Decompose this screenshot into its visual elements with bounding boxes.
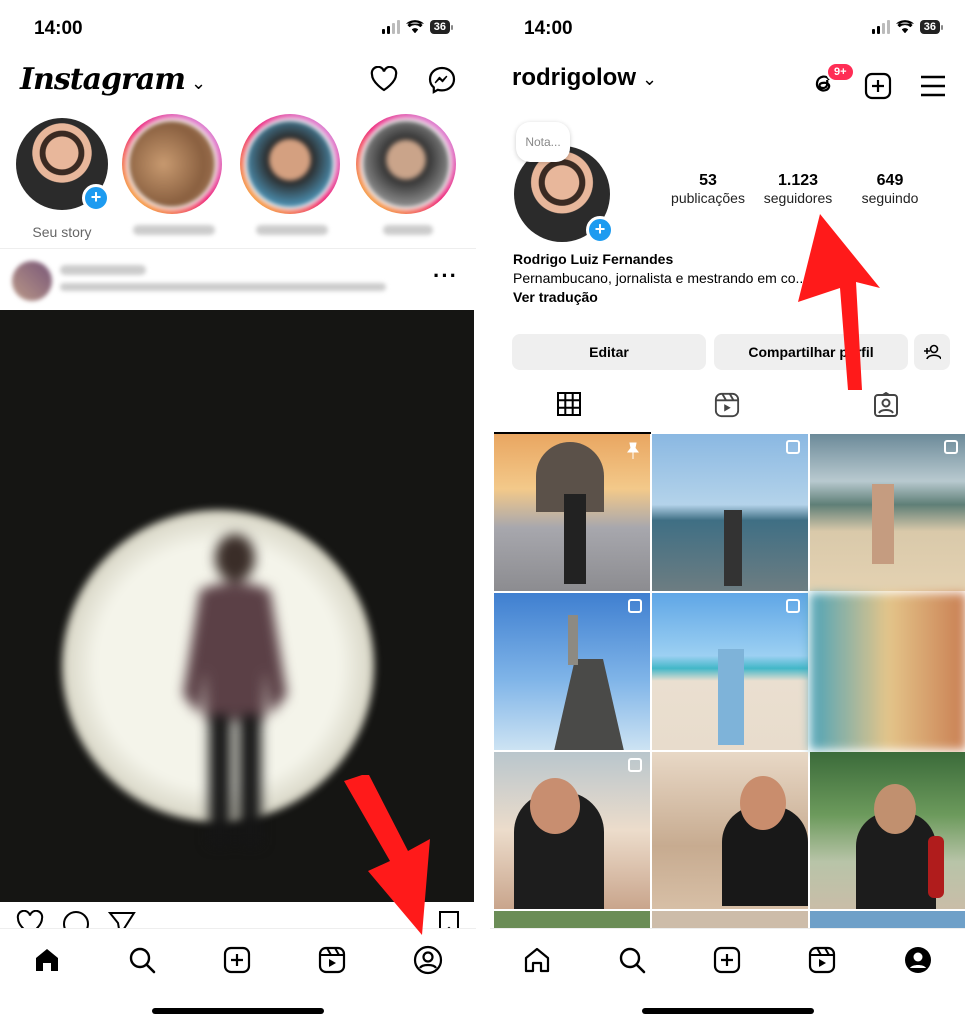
status-bar: 14:00 36 (0, 14, 476, 44)
add-story-icon[interactable]: + (586, 216, 614, 244)
grid-icon[interactable] (556, 392, 581, 416)
battery-indicator: 36 (429, 20, 454, 34)
status-time: 14:00 (524, 18, 573, 39)
story-item[interactable] (240, 114, 344, 238)
profile-screen: 14:00 36 rodrigolow ⌄ 9+ + Nota... 53 publ… (490, 0, 965, 1024)
red-arrow-icon (798, 214, 880, 390)
multi-photo-icon (628, 758, 642, 772)
heart-icon[interactable] (370, 66, 398, 92)
save-icon[interactable] (438, 910, 460, 928)
home-icon[interactable] (523, 946, 551, 974)
menu-icon[interactable] (920, 75, 946, 97)
post-header: ··· (0, 248, 476, 310)
instagram-logo[interactable]: Instagram (20, 62, 186, 97)
feed-screen: 14:00 36 Instagram ⌄ + Seu story ··· (0, 0, 476, 1024)
home-indicator (642, 1008, 814, 1014)
new-post-icon[interactable] (713, 946, 741, 974)
more-options-icon[interactable]: ··· (433, 263, 458, 289)
profile-header: rodrigolow ⌄ 9+ (512, 62, 946, 104)
search-icon[interactable] (618, 946, 646, 974)
stat-posts[interactable]: 53 publicações (658, 172, 758, 206)
new-post-icon[interactable] (223, 946, 251, 974)
grid-photo[interactable] (652, 752, 808, 909)
search-icon[interactable] (128, 946, 156, 974)
status-bar: 14:00 36 (490, 14, 965, 44)
profile-tabs (490, 392, 965, 432)
home-icon[interactable] (33, 946, 61, 974)
wifi-icon (405, 20, 424, 34)
grid-photo[interactable] (652, 593, 808, 750)
add-person-icon (924, 344, 942, 360)
grid-photo[interactable] (494, 752, 650, 909)
feed-header: Instagram ⌄ (20, 62, 456, 104)
red-arrow-icon (344, 775, 430, 935)
edit-profile-button[interactable]: Editar (512, 334, 706, 370)
pin-icon (627, 442, 639, 459)
add-person-button[interactable] (914, 334, 950, 370)
status-time: 14:00 (34, 18, 83, 39)
bottom-tab-bar (490, 928, 965, 990)
story-item[interactable] (356, 114, 460, 238)
new-post-icon[interactable] (864, 72, 892, 100)
messenger-icon[interactable] (428, 66, 456, 94)
grid-photo[interactable] (810, 593, 965, 750)
comment-icon[interactable] (62, 910, 90, 928)
grid-photo[interactable] (494, 434, 650, 591)
profile-icon[interactable] (903, 945, 933, 975)
story-own[interactable]: + Seu story (10, 114, 114, 240)
multi-photo-icon (786, 599, 800, 613)
avatar: + (16, 118, 110, 212)
add-story-icon[interactable]: + (82, 184, 110, 212)
notification-badge: 9+ (826, 62, 855, 82)
post-avatar[interactable] (12, 261, 52, 301)
profile-icon[interactable] (413, 945, 443, 975)
multi-photo-icon (628, 599, 642, 613)
grid-photo[interactable] (810, 752, 965, 909)
story-label: Seu story (32, 224, 92, 240)
grid-photo[interactable] (810, 434, 965, 591)
threads-button[interactable]: 9+ (810, 62, 855, 101)
stat-following[interactable]: 649 seguindo (840, 172, 940, 206)
story-item[interactable] (122, 114, 226, 238)
multi-photo-icon (944, 440, 958, 454)
like-icon[interactable] (16, 910, 44, 928)
reels-tab-icon[interactable] (714, 392, 740, 418)
photo-grid (494, 434, 965, 931)
wifi-icon (895, 20, 914, 34)
stat-followers[interactable]: 1.123 seguidores (748, 172, 848, 206)
grid-photo[interactable] (652, 434, 808, 591)
home-indicator (152, 1008, 324, 1014)
multi-photo-icon (786, 440, 800, 454)
battery-indicator: 36 (919, 20, 944, 34)
reels-icon[interactable] (318, 946, 346, 974)
username[interactable]: rodrigolow (512, 64, 636, 91)
stories-row: + Seu story (0, 114, 476, 244)
signal-icon (381, 20, 400, 34)
note-bubble[interactable]: Nota... (516, 122, 570, 162)
reels-icon[interactable] (808, 946, 836, 974)
chevron-down-icon[interactable]: ⌄ (191, 73, 206, 93)
tagged-icon[interactable] (873, 392, 899, 418)
chevron-down-icon[interactable]: ⌄ (642, 69, 657, 89)
share-icon[interactable] (108, 910, 136, 928)
signal-icon (871, 20, 890, 34)
grid-photo[interactable] (494, 593, 650, 750)
